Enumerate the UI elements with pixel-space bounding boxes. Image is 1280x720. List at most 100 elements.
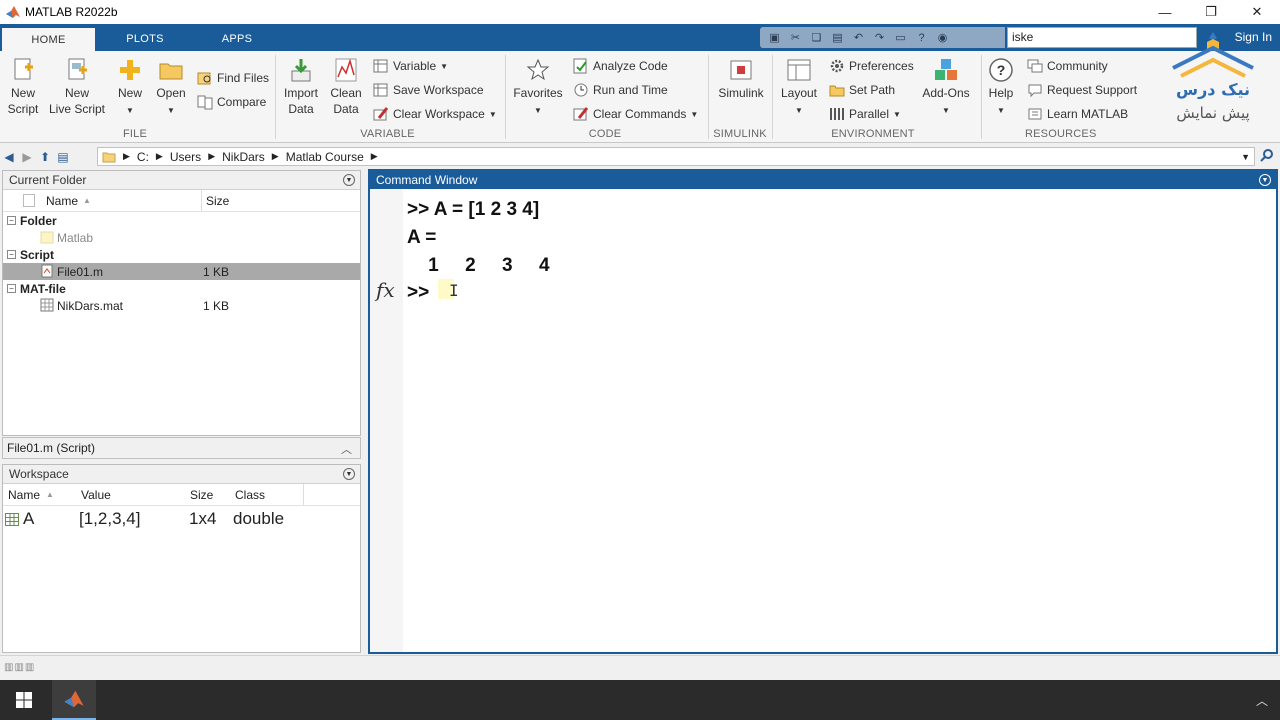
help-icon[interactable]: ? — [913, 31, 930, 45]
new-script-label: New Script — [7, 86, 39, 116]
help-button[interactable]: ? Help ▼ — [985, 57, 1017, 119]
back-arrow-icon[interactable]: ◀ — [0, 148, 18, 166]
find-files-button[interactable]: Find Files — [197, 69, 269, 87]
learn-matlab-button[interactable]: Learn MATLAB — [1027, 105, 1128, 123]
name-column-header[interactable]: Name — [8, 488, 40, 502]
path-field[interactable]: ▶ C: ▶ Users ▶ NikDars ▶ Matlab Course ▶… — [97, 147, 1255, 166]
favorites-button[interactable]: Favorites ▼ — [511, 57, 565, 119]
list-item-selected[interactable]: File01.m 1 KB — [3, 263, 360, 280]
matlab-taskbar-button[interactable] — [52, 680, 96, 720]
address-bar: ◀ ▶ ⬆ ▤ ▶ C: ▶ Users ▶ NikDars ▶ Matlab … — [0, 145, 1280, 168]
open-button[interactable]: Open ▼ — [153, 57, 189, 119]
path-part[interactable]: C: — [137, 150, 149, 164]
undo-icon[interactable]: ↶ — [850, 31, 867, 45]
set-path-label: Set Path — [849, 83, 896, 97]
collapse-icon[interactable]: − — [7, 284, 16, 293]
parallel-icon — [830, 108, 844, 120]
save-workspace-button[interactable]: Save Workspace — [373, 81, 484, 99]
request-support-label: Request Support — [1047, 83, 1138, 97]
path-part[interactable]: NikDars — [222, 150, 265, 164]
name-column-header[interactable]: Name — [46, 194, 78, 208]
learn-matlab-icon — [1028, 108, 1042, 120]
preferences-button[interactable]: Preferences — [829, 57, 914, 75]
search-folder-icon[interactable] — [1259, 148, 1275, 167]
panel-actions-icon[interactable]: ▼ — [343, 174, 355, 186]
notifications-icon[interactable]: ◉ — [934, 31, 951, 45]
value-column-header[interactable]: Value — [81, 488, 111, 502]
size-column-header[interactable]: Size — [190, 488, 213, 502]
chevron-up-icon[interactable]: ︿ — [341, 441, 352, 457]
details-panel-bar[interactable]: File01.m (Script) ︿ — [2, 437, 361, 459]
import-data-button[interactable]: Import Data — [281, 57, 321, 117]
function-browser-icon[interactable]: fx — [376, 278, 395, 302]
path-dropdown-icon[interactable]: ▼ — [1241, 152, 1250, 162]
item-size: 1 KB — [203, 264, 230, 279]
list-item[interactable]: Matlab — [3, 229, 360, 246]
clean-data-button[interactable]: Clean Data — [327, 57, 365, 117]
tab-apps[interactable]: APPS — [205, 26, 269, 51]
simulink-button[interactable]: Simulink — [714, 57, 768, 101]
file-group-label: FILE — [122, 128, 148, 140]
help-icon: ? — [989, 58, 1013, 82]
cut-icon[interactable]: ✂ — [787, 31, 804, 45]
open-folder-icon — [159, 63, 183, 80]
request-support-button[interactable]: Request Support — [1027, 81, 1137, 99]
collapse-icon[interactable]: − — [7, 216, 16, 225]
mat-file-icon — [40, 298, 54, 312]
panel-actions-icon[interactable]: ▼ — [1259, 174, 1271, 186]
tab-home[interactable]: HOME — [2, 26, 95, 51]
collapse-icon[interactable]: − — [7, 250, 16, 259]
clear-commands-button[interactable]: Clear Commands ▼ — [573, 105, 698, 123]
new-live-script-button[interactable]: New Live Script — [48, 57, 106, 117]
clear-workspace-button[interactable]: Clear Workspace ▼ — [373, 105, 497, 123]
variable-button[interactable]: Variable ▼ — [373, 57, 448, 75]
gear-icon — [830, 59, 844, 73]
clean-data-label: Clean Data — [330, 86, 362, 116]
community-button[interactable]: Community — [1027, 57, 1108, 75]
run-and-time-button[interactable]: Run and Time — [573, 81, 668, 99]
path-part[interactable]: Users — [170, 150, 201, 164]
new-button[interactable]: New ▼ — [114, 57, 146, 119]
panel-actions-icon[interactable]: ▼ — [343, 468, 355, 480]
add-ons-button[interactable]: Add-Ons ▼ — [918, 57, 974, 119]
sort-ascending-icon: ▲ — [46, 490, 54, 499]
variable-name: A — [23, 509, 35, 528]
group-script[interactable]: − Script — [3, 246, 360, 263]
class-column-header[interactable]: Class — [235, 488, 265, 502]
current-folder-header: Name ▲ Size — [3, 190, 360, 212]
list-item[interactable]: NikDars.mat 1 KB — [3, 297, 360, 314]
tab-plots[interactable]: PLOTS — [110, 26, 180, 51]
open-label: Open — [156, 86, 186, 100]
group-mat-file[interactable]: − MAT-file — [3, 280, 360, 297]
browse-folder-icon[interactable]: ▤ — [54, 148, 72, 166]
paste-icon[interactable]: ▤ — [829, 31, 846, 45]
save-icon[interactable]: ▣ — [766, 31, 783, 45]
resize-grip-icon[interactable]: ▥▥▥ — [4, 662, 35, 673]
layout-button[interactable]: Layout ▼ — [778, 57, 820, 119]
table-row[interactable]: A [1,2,3,4] 1x4 double — [3, 506, 360, 532]
book-logo-icon — [1172, 32, 1254, 78]
set-path-button[interactable]: Set Path — [829, 81, 895, 99]
chevron-up-icon[interactable]: ︿ — [1256, 692, 1268, 709]
close-button[interactable]: ✕ — [1234, 0, 1280, 24]
parallel-button[interactable]: Parallel ▼ — [829, 105, 901, 123]
redo-icon[interactable]: ↷ — [871, 31, 888, 45]
analyze-code-button[interactable]: Analyze Code — [573, 57, 668, 75]
copy-icon[interactable]: ❏ — [808, 31, 825, 45]
sort-ascending-icon: ▲ — [83, 196, 91, 205]
forward-arrow-icon[interactable]: ▶ — [18, 148, 36, 166]
folder-icon — [40, 231, 54, 244]
restore-button[interactable]: ❐ — [1188, 0, 1234, 24]
current-folder-panel: Current Folder ▼ Name ▲ Size − Folder Mat… — [2, 170, 361, 436]
compare-button[interactable]: Compare — [197, 93, 266, 111]
new-script-button[interactable]: New Script — [4, 57, 42, 117]
chevron-down-icon: ▼ — [488, 109, 497, 119]
up-folder-icon[interactable]: ⬆ — [36, 148, 54, 166]
path-part[interactable]: Matlab Course — [286, 150, 364, 164]
group-folder[interactable]: − Folder — [3, 212, 360, 229]
command-window[interactable]: Command Window ▼ >> A = [1 2 3 4] A = 1 … — [368, 169, 1278, 654]
start-button[interactable] — [0, 680, 48, 720]
switch-windows-icon[interactable]: ▭ — [892, 31, 909, 45]
size-column-header[interactable]: Size — [206, 194, 229, 208]
minimize-button[interactable]: — — [1142, 0, 1188, 24]
